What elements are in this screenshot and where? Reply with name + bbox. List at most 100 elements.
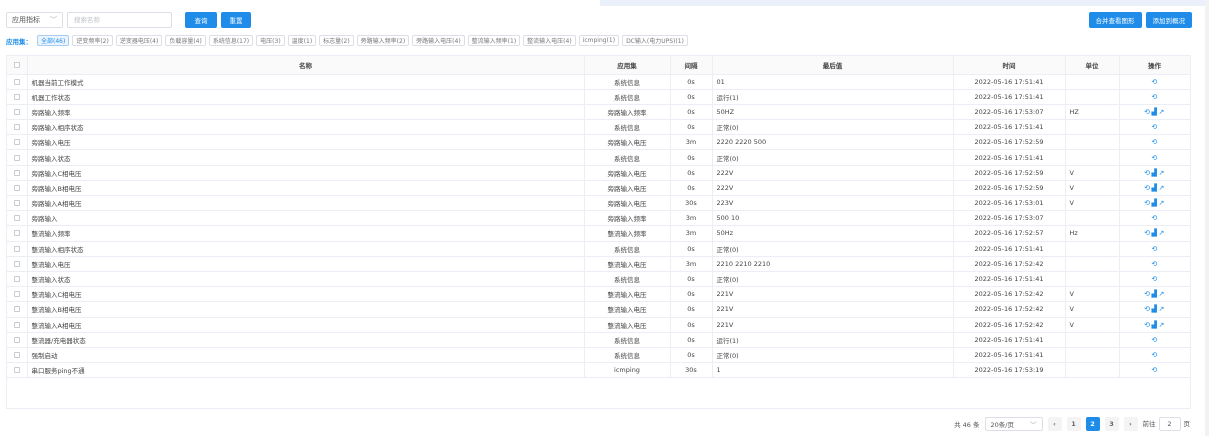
row-select-cell[interactable] [7,104,28,121]
chart-icon[interactable]: ▟ [1152,199,1158,207]
row-checkbox[interactable] [13,291,20,298]
history-icon[interactable]: ⟲ [1151,154,1157,162]
app-set-tag[interactable]: 旁路输入频率(2) [356,35,410,46]
app-set-tag[interactable]: 逆变器电压(4) [115,35,163,46]
row-select-cell[interactable] [7,225,28,242]
page-button[interactable]: 1 [1066,417,1081,431]
history-icon[interactable]: ⟲ [1144,184,1150,192]
page-size-select[interactable]: 20条/页 ﹀ [984,417,1043,431]
add-to-overview-button[interactable]: 添加到概况 [1145,12,1192,28]
history-icon[interactable]: ⟲ [1151,93,1157,101]
row-checkbox[interactable] [13,184,20,191]
next-page-button[interactable]: › [1123,417,1138,431]
chart-icon[interactable]: ▟ [1152,305,1158,313]
row-checkbox[interactable] [13,276,20,283]
search-input-wrap[interactable] [67,12,172,28]
row-checkbox[interactable] [13,260,20,267]
history-icon[interactable]: ⟲ [1151,78,1157,86]
chart-icon[interactable]: ▟ [1152,169,1158,177]
row-checkbox[interactable] [13,139,20,146]
search-input[interactable] [74,16,165,24]
app-set-tag[interactable]: 逆变频率(2) [72,35,113,46]
row-select-cell[interactable] [7,210,28,227]
prev-page-button[interactable]: ‹ [1047,417,1062,431]
chart-icon[interactable]: ▟ [1152,184,1158,192]
row-checkbox[interactable] [13,78,20,85]
external-link-icon[interactable]: ↗ [1158,290,1164,298]
chart-icon[interactable]: ▟ [1152,108,1158,116]
row-checkbox[interactable] [13,200,20,207]
row-select-cell[interactable] [7,74,28,90]
row-checkbox[interactable] [13,169,20,176]
history-icon[interactable]: ⟲ [1144,321,1150,329]
external-link-icon[interactable]: ↗ [1158,305,1164,313]
history-icon[interactable]: ⟲ [1151,366,1157,374]
row-select-cell[interactable] [7,332,28,348]
row-select-cell[interactable] [7,180,28,197]
external-link-icon[interactable]: ↗ [1158,321,1164,329]
history-icon[interactable]: ⟲ [1151,245,1157,253]
history-icon[interactable]: ⟲ [1151,336,1157,344]
external-link-icon[interactable]: ↗ [1158,199,1164,207]
row-checkbox[interactable] [13,351,20,358]
row-select-cell[interactable] [7,271,28,288]
app-set-tag[interactable]: 系统信息(17) [208,35,254,46]
row-checkbox[interactable] [13,230,20,237]
app-set-tag[interactable]: 整流输入频率(1) [467,35,521,46]
row-checkbox[interactable] [13,336,20,343]
row-select-cell[interactable] [7,286,28,303]
history-icon[interactable]: ⟲ [1151,138,1157,146]
metric-type-select[interactable]: 应用指标 ﹀ [6,12,63,28]
app-set-tag[interactable]: 旁路输入电压(4) [412,35,465,46]
history-icon[interactable]: ⟲ [1144,108,1150,116]
history-icon[interactable]: ⟲ [1151,260,1157,268]
chart-icon[interactable]: ▟ [1152,229,1158,237]
row-checkbox[interactable] [13,124,20,131]
history-icon[interactable]: ⟲ [1151,123,1157,131]
row-checkbox[interactable] [13,306,20,313]
external-link-icon[interactable]: ↗ [1158,229,1164,237]
chart-icon[interactable]: ▟ [1152,290,1158,298]
chart-icon[interactable]: ▟ [1152,321,1158,329]
row-select-cell[interactable] [7,301,28,318]
row-checkbox[interactable] [13,108,20,115]
app-set-tag[interactable]: 标志量(2) [319,35,354,46]
history-icon[interactable]: ⟲ [1144,169,1150,177]
row-select-cell[interactable] [7,149,28,166]
select-all-cell[interactable] [7,56,28,75]
history-icon[interactable]: ⟲ [1144,229,1150,237]
history-icon[interactable]: ⟲ [1144,199,1150,207]
app-set-tag[interactable]: 全部(46) [37,35,70,46]
page-button[interactable]: 2 [1085,417,1100,431]
history-icon[interactable]: ⟲ [1151,351,1157,359]
row-select-cell[interactable] [7,256,28,272]
history-icon[interactable]: ⟲ [1151,275,1157,283]
row-checkbox[interactable] [13,367,20,374]
row-select-cell[interactable] [7,119,28,136]
reset-button[interactable]: 重置 [221,12,251,28]
history-icon[interactable]: ⟲ [1151,214,1157,222]
query-button[interactable]: 查询 [185,12,217,28]
external-link-icon[interactable]: ↗ [1158,169,1164,177]
row-checkbox[interactable] [13,321,20,328]
row-select-cell[interactable] [7,195,28,212]
external-link-icon[interactable]: ↗ [1158,108,1164,116]
app-set-tag[interactable]: 整流输入电压(4) [523,35,576,46]
app-set-tag[interactable]: DC输入(电力UPS)(1) [622,35,688,46]
merge-view-button[interactable]: 合并查看图形 [1088,12,1142,28]
row-select-cell[interactable] [7,165,28,181]
row-select-cell[interactable] [7,362,28,379]
page-button[interactable]: 3 [1104,417,1119,431]
goto-input[interactable] [1158,417,1181,431]
history-icon[interactable]: ⟲ [1144,305,1150,313]
row-select-cell[interactable] [7,347,28,364]
history-icon[interactable]: ⟲ [1144,290,1150,298]
app-set-tag[interactable]: 温度(1) [287,35,317,46]
row-checkbox[interactable] [13,154,20,161]
select-all-checkbox[interactable] [13,61,20,68]
row-select-cell[interactable] [7,317,28,333]
row-checkbox[interactable] [13,93,20,100]
external-link-icon[interactable]: ↗ [1158,184,1164,192]
app-set-tag[interactable]: 负载容量(4) [165,35,206,46]
row-checkbox[interactable] [13,215,20,222]
